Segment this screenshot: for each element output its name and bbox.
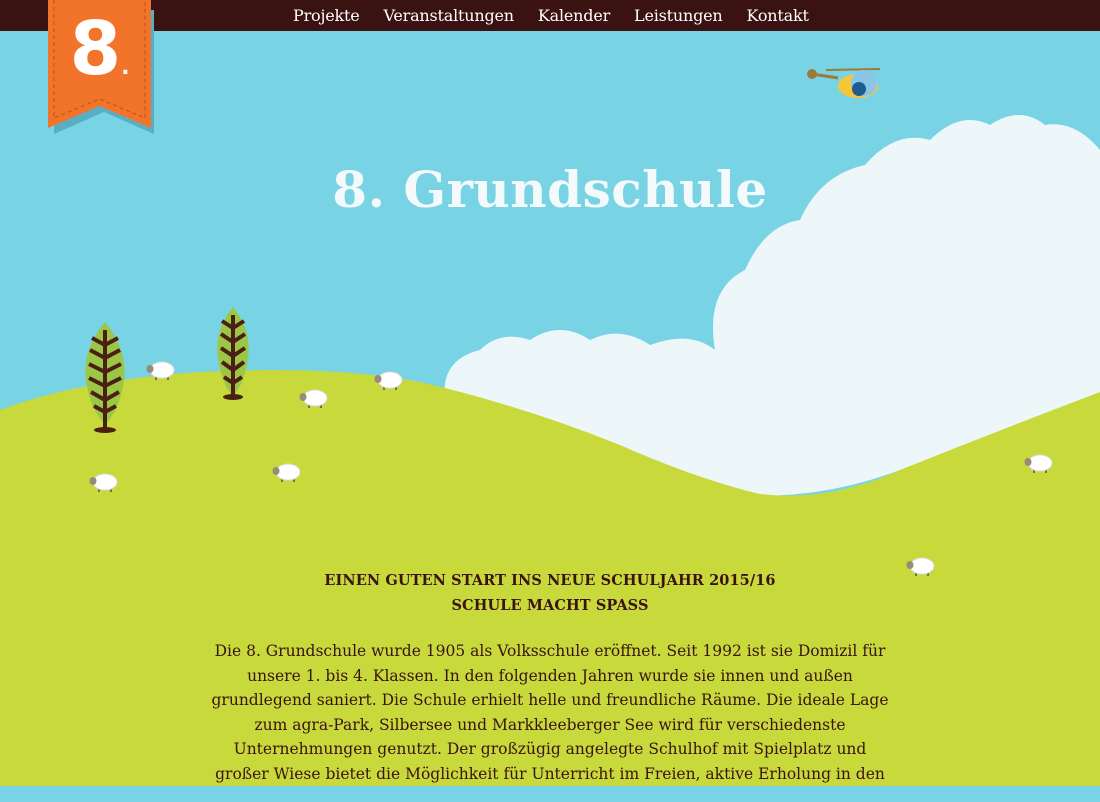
- logo-text: 8.: [69, 6, 130, 92]
- intro-line: großer Wiese bietet die Möglichkeit für …: [215, 764, 885, 783]
- page-title: 8. Grundschule: [332, 160, 768, 219]
- nav-link-leistungen[interactable]: Leistungen: [634, 6, 723, 25]
- intro-line: Die 8. Grundschule wurde 1905 als Volkss…: [214, 642, 886, 660]
- headline-start: EINEN GUTEN START INS NEUE SCHULJAHR 201…: [324, 572, 776, 589]
- logo-ribbon[interactable]: 8.: [48, 0, 154, 134]
- intro-line: Unternehmungen genutzt. Der großzügig an…: [233, 740, 867, 758]
- intro-paragraph: Die 8. Grundschule wurde 1905 als Volkss…: [150, 639, 950, 786]
- top-navbar: Projekte Veranstaltungen Kalender Leistu…: [0, 0, 1100, 31]
- intro-line: zum agra-Park, Silbersee und Markkleeber…: [254, 715, 846, 734]
- main-nav: Projekte Veranstaltungen Kalender Leistu…: [293, 0, 833, 31]
- intro-line: grundlegend saniert. Die Schule erhielt …: [211, 691, 889, 709]
- nav-link-kontakt[interactable]: Kontakt: [747, 6, 809, 25]
- nav-link-kalender[interactable]: Kalender: [538, 6, 610, 25]
- intro-line: unsere 1. bis 4. Klassen. In den folgend…: [247, 666, 853, 685]
- headline-motto: SCHULE MACHT SPASS: [451, 597, 649, 614]
- nav-link-projekte[interactable]: Projekte: [293, 6, 360, 25]
- intro-section: EINEN GUTEN START INS NEUE SCHULJAHR 201…: [150, 568, 950, 802]
- nav-link-veranstaltungen[interactable]: Veranstaltungen: [383, 6, 514, 25]
